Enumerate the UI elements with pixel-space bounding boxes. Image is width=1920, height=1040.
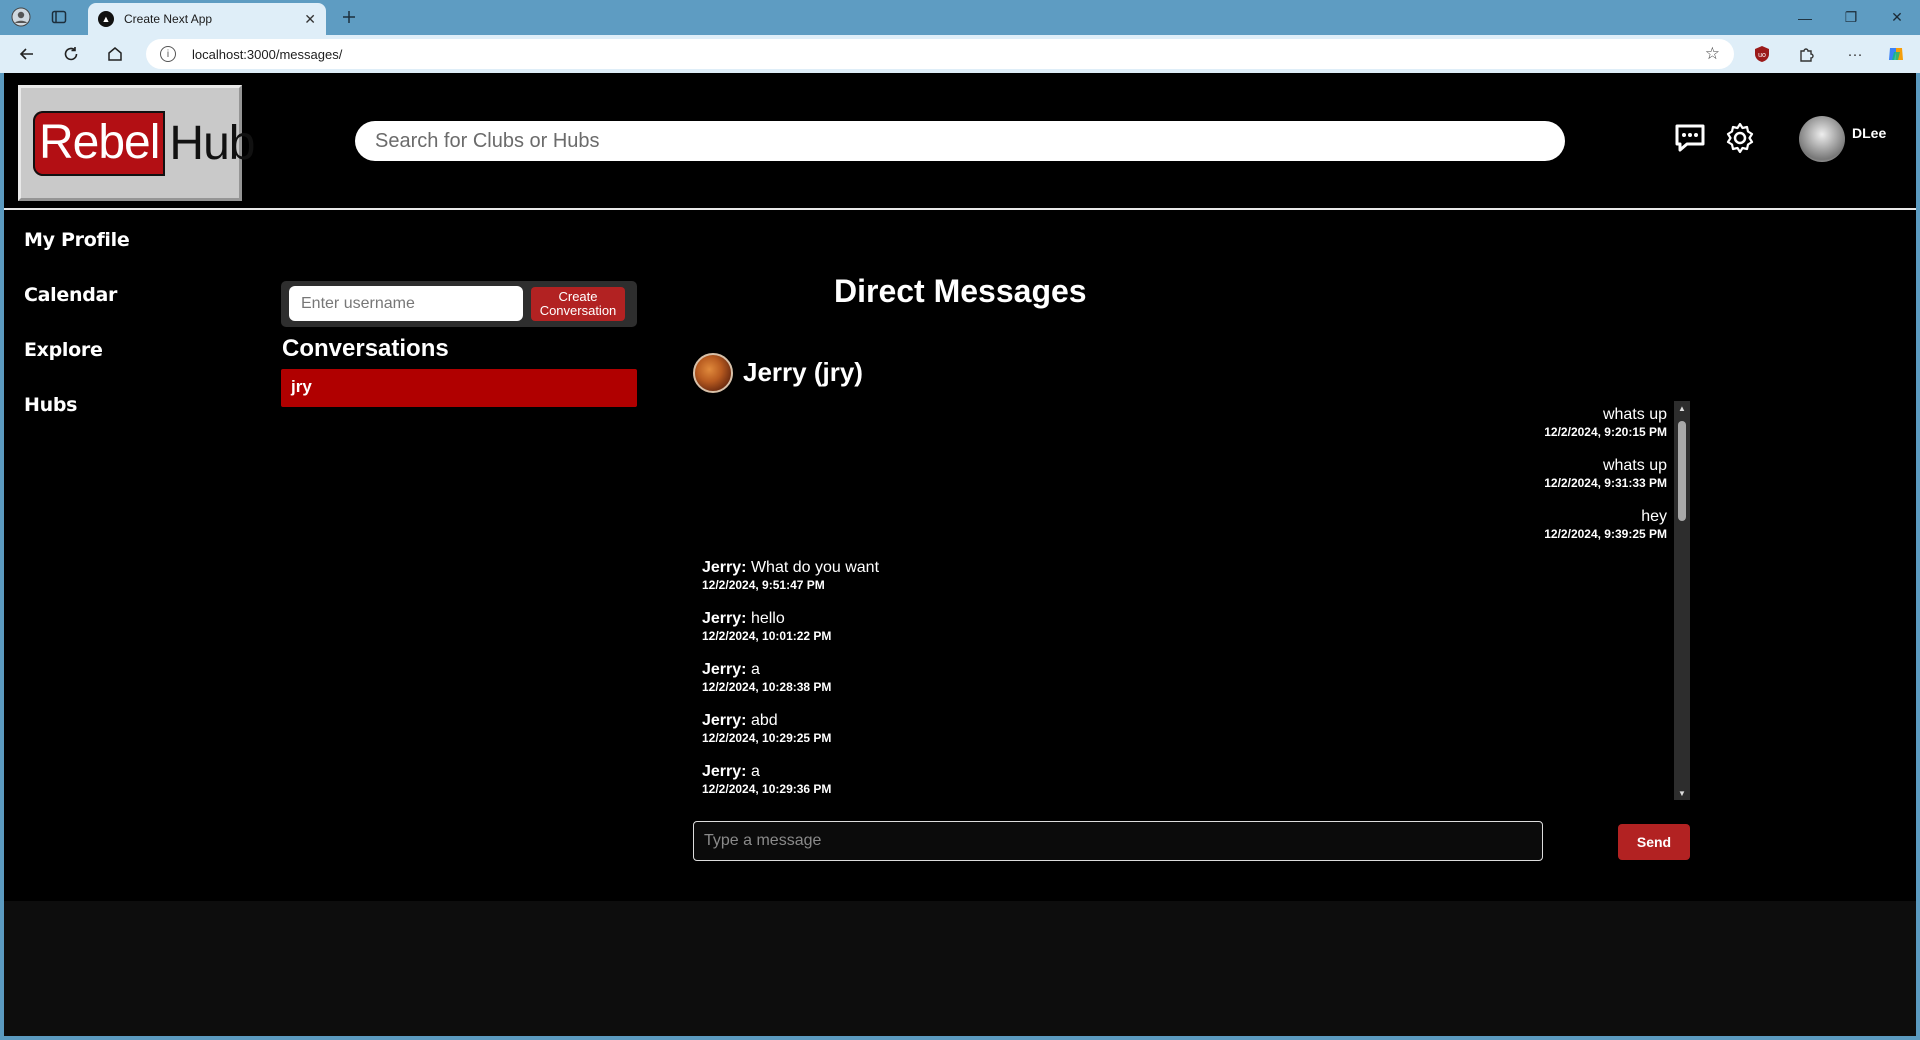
- username-label[interactable]: DLee: [1852, 125, 1886, 141]
- browser-address-bar: i localhost:3000/messages/ ☆ uo ···: [0, 35, 1920, 73]
- message-timestamp: 12/2/2024, 10:29:36 PM: [702, 782, 832, 796]
- new-tab-icon[interactable]: [338, 6, 360, 28]
- message-sender: Jerry:: [702, 712, 747, 729]
- back-icon[interactable]: [14, 42, 40, 66]
- scrollbar-thumb[interactable]: [1678, 421, 1686, 521]
- page-footer: [4, 901, 1916, 1036]
- minimize-icon[interactable]: —: [1782, 0, 1828, 35]
- logo-rebel-text: Rebel: [33, 110, 166, 176]
- message-item: hey 12/2/2024, 9:39:25 PM: [1544, 507, 1667, 542]
- message-item: whats up 12/2/2024, 9:31:33 PM: [1544, 456, 1667, 491]
- address-bar[interactable]: i localhost:3000/messages/ ☆: [146, 39, 1734, 69]
- conversation-item-jry[interactable]: jry: [281, 369, 637, 407]
- close-window-icon[interactable]: ✕: [1874, 0, 1920, 35]
- more-menu-icon[interactable]: ···: [1843, 42, 1867, 66]
- rebelhub-logo[interactable]: Rebel Hub: [18, 85, 255, 201]
- profile-icon[interactable]: [10, 6, 32, 28]
- message-sender: Jerry:: [702, 610, 747, 627]
- ublock-extension-icon[interactable]: uo: [1750, 42, 1774, 66]
- url-text: localhost:3000/messages/: [192, 46, 343, 62]
- message-text: whats up: [1602, 457, 1667, 474]
- scroll-down-arrow-icon[interactable]: ▼: [1674, 786, 1690, 800]
- nextjs-favicon-icon: ▲: [98, 11, 114, 27]
- messages-icon[interactable]: [1673, 121, 1709, 157]
- tab-title: Create Next App: [124, 12, 213, 26]
- home-icon[interactable]: [102, 42, 128, 66]
- search-input[interactable]: [355, 121, 1565, 161]
- copilot-icon[interactable]: [1884, 42, 1908, 66]
- logo-hub-text: Hub: [169, 116, 255, 170]
- message-timestamp: 12/2/2024, 10:28:38 PM: [702, 680, 832, 694]
- create-conversation-button[interactable]: Create Conversation: [531, 287, 625, 321]
- close-tab-icon[interactable]: ✕: [304, 11, 316, 28]
- app-page: Rebel Hub DLee My Profile Calendar Explo…: [4, 73, 1916, 1036]
- chat-partner-avatar: [693, 353, 733, 393]
- app-header: Rebel Hub DLee: [4, 73, 1916, 210]
- message-timestamp: 12/2/2024, 10:29:25 PM: [702, 731, 832, 745]
- message-item: Jerry: a 12/2/2024, 10:29:36 PM: [702, 762, 831, 797]
- message-text: hey: [1641, 508, 1667, 525]
- extensions-puzzle-icon[interactable]: [1794, 42, 1818, 66]
- message-list-scrollbar[interactable]: ▲ ▼: [1674, 401, 1690, 800]
- message-list[interactable]: whats up 12/2/2024, 9:20:15 PM whats up …: [694, 401, 1689, 800]
- message-timestamp: 12/2/2024, 10:01:22 PM: [702, 629, 832, 643]
- message-item: Jerry: a 12/2/2024, 10:28:38 PM: [702, 660, 831, 695]
- browser-tab[interactable]: ▲ Create Next App ✕: [88, 3, 326, 35]
- message-timestamp: 12/2/2024, 9:20:15 PM: [1544, 425, 1667, 439]
- page-title: Direct Messages: [834, 273, 1087, 309]
- reload-icon[interactable]: [58, 42, 84, 66]
- message-timestamp: 12/2/2024, 9:39:25 PM: [1544, 527, 1667, 541]
- scroll-up-arrow-icon[interactable]: ▲: [1674, 401, 1690, 415]
- conversations-heading: Conversations: [282, 335, 449, 362]
- settings-gear-icon[interactable]: [1723, 121, 1759, 157]
- message-timestamp: 12/2/2024, 9:31:33 PM: [1544, 476, 1667, 490]
- message-text: a: [750, 763, 760, 780]
- message-item: Jerry: hello 12/2/2024, 10:01:22 PM: [702, 609, 831, 644]
- message-sender: Jerry:: [702, 763, 747, 780]
- message-text: a: [750, 661, 760, 678]
- bookmark-star-icon[interactable]: ☆: [1705, 44, 1720, 64]
- sidebar-nav: My Profile Calendar Explore Hubs: [24, 228, 130, 448]
- sidebar-item-my-profile[interactable]: My Profile: [24, 228, 130, 283]
- message-item: Jerry: abd 12/2/2024, 10:29:25 PM: [702, 711, 831, 746]
- send-button[interactable]: Send: [1618, 824, 1690, 860]
- username-input[interactable]: [289, 286, 523, 321]
- svg-text:uo: uo: [1758, 52, 1766, 59]
- message-item: whats up 12/2/2024, 9:20:15 PM: [1544, 405, 1667, 440]
- sidebar-item-hubs[interactable]: Hubs: [24, 393, 129, 448]
- message-input[interactable]: [693, 821, 1543, 861]
- message-text: What do you want: [750, 559, 880, 576]
- tab-actions-icon[interactable]: [48, 6, 70, 28]
- message-text: hello: [750, 610, 785, 627]
- site-info-icon[interactable]: i: [160, 46, 176, 62]
- sidebar-item-calendar[interactable]: Calendar: [24, 283, 129, 338]
- browser-tab-bar: ▲ Create Next App ✕ — ❐ ✕: [0, 0, 1920, 35]
- restore-icon[interactable]: ❐: [1828, 0, 1874, 35]
- message-text: whats up: [1602, 406, 1667, 423]
- message-text: abd: [750, 712, 778, 729]
- message-timestamp: 12/2/2024, 9:51:47 PM: [702, 578, 825, 592]
- message-item: Jerry: What do you want 12/2/2024, 9:51:…: [702, 558, 879, 593]
- new-conversation-form: Create Conversation: [281, 281, 637, 327]
- sidebar-item-explore[interactable]: Explore: [24, 338, 129, 393]
- user-avatar[interactable]: [1799, 116, 1845, 162]
- message-sender: Jerry:: [702, 559, 747, 576]
- message-sender: Jerry:: [702, 661, 747, 678]
- chat-partner-name: Jerry (jry): [743, 357, 863, 387]
